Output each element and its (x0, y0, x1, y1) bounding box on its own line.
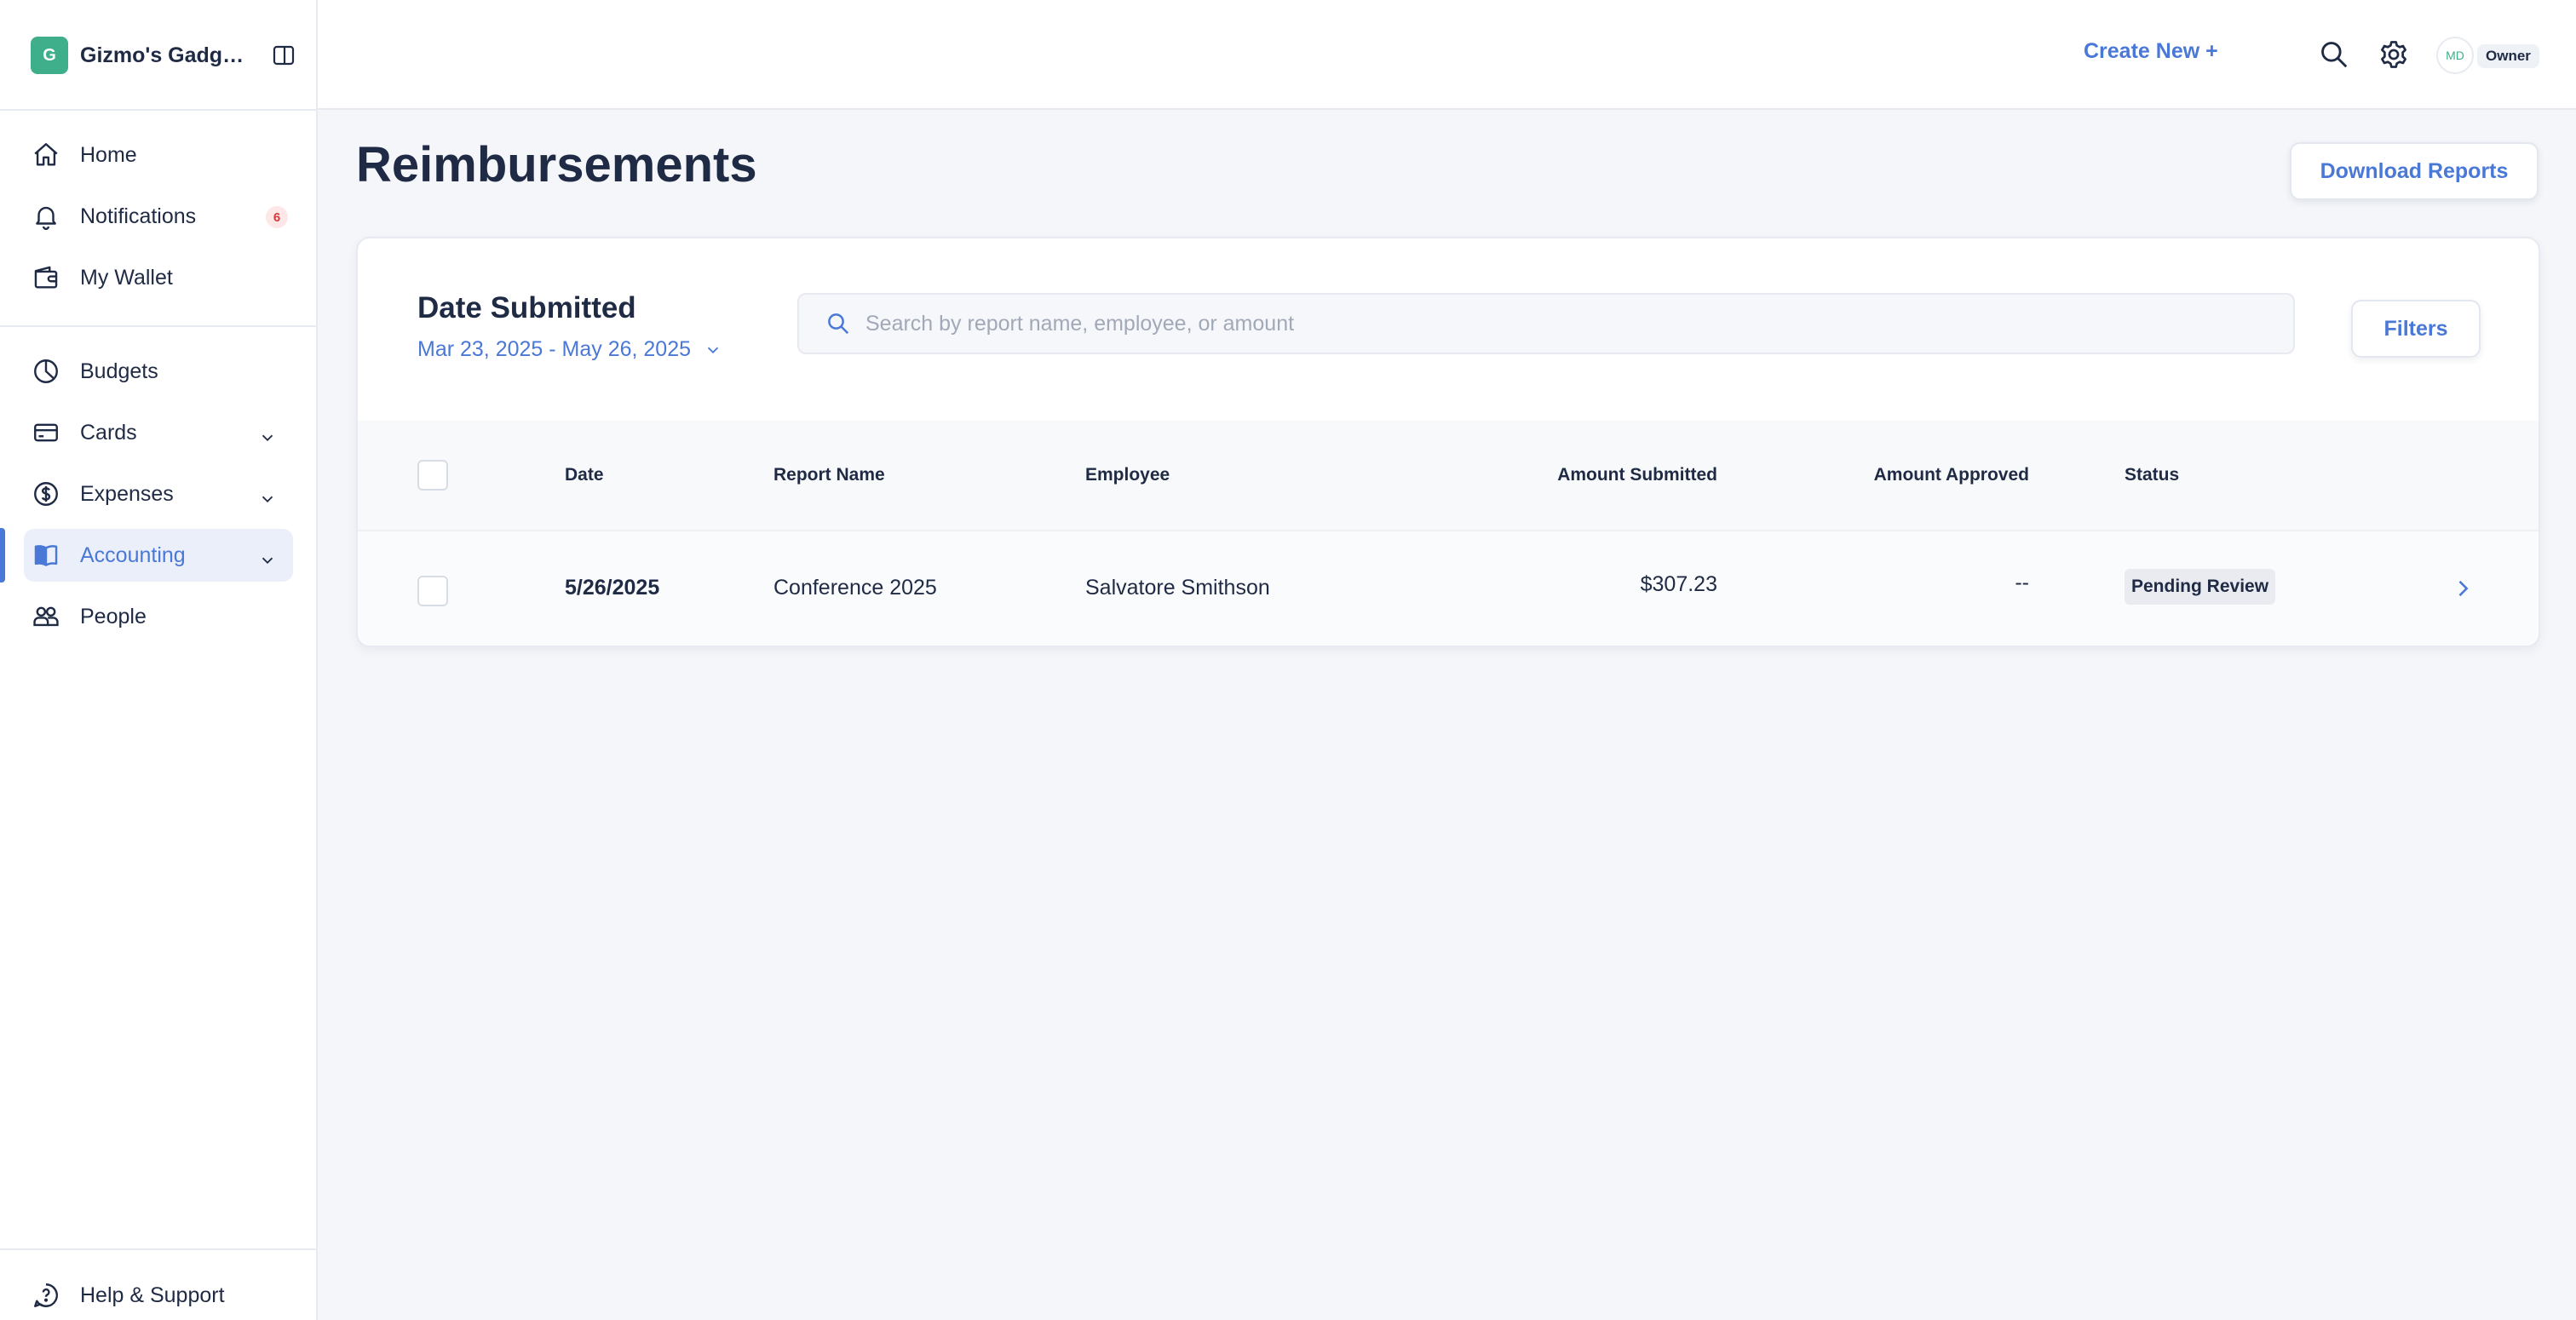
workspace-logo: G (31, 37, 68, 74)
column-header-employee[interactable]: Employee (1085, 465, 1170, 485)
reimbursements-card: Date Submitted Mar 23, 2025 - May 26, 20… (356, 237, 2540, 647)
sidebar-item-label: Home (80, 142, 137, 167)
sidebar-item-accounting[interactable]: Accounting (24, 529, 293, 582)
wallet-icon (31, 262, 61, 293)
bell-icon (31, 201, 61, 232)
column-header-amount-submitted[interactable]: Amount Submitted (1557, 465, 1717, 485)
download-reports-button[interactable]: Download Reports (2290, 142, 2539, 200)
chevron-down-icon[interactable] (252, 484, 283, 514)
search-icon[interactable] (2317, 37, 2351, 72)
select-all-checkbox[interactable] (417, 460, 448, 491)
table-row[interactable]: 5/26/2025 Conference 2025 Salvatore Smit… (358, 531, 2539, 646)
avatar[interactable]: MD (2436, 37, 2474, 74)
sidebar-item-budgets[interactable]: Budgets (24, 345, 293, 398)
search-field[interactable] (797, 293, 2295, 354)
sidebar-item-home[interactable]: Home (24, 129, 293, 181)
column-header-status[interactable]: Status (2125, 465, 2179, 485)
create-new-button[interactable]: Create New + (2084, 39, 2218, 64)
row-employee: Salvatore Smithson (1085, 576, 1270, 600)
table-header: Date Report Name Employee Amount Submitt… (358, 421, 2539, 531)
date-filter-title: Date Submitted (417, 291, 636, 324)
workspace-switcher[interactable]: G Gizmo's Gadgets (31, 36, 295, 75)
credit-card-icon (31, 417, 61, 448)
search-icon (825, 310, 852, 337)
row-amount-approved: -- (2015, 571, 2029, 594)
sidebar-item-label: Notifications (80, 204, 197, 228)
chevron-right-icon[interactable] (2450, 576, 2475, 601)
help-chat-icon (31, 1280, 61, 1311)
filters-button[interactable]: Filters (2351, 300, 2481, 358)
status-badge: Pending Review (2125, 569, 2276, 605)
sidebar-item-my-wallet[interactable]: My Wallet (24, 251, 293, 304)
home-icon (31, 140, 61, 170)
book-icon (31, 540, 61, 571)
chevron-down-icon[interactable] (252, 422, 283, 453)
pie-chart-icon (31, 356, 61, 387)
sidebar-item-label: My Wallet (80, 265, 173, 290)
page-title: Reimbursements (356, 137, 757, 192)
row-report-name: Conference 2025 (773, 576, 937, 600)
sidebar-divider (0, 1248, 316, 1250)
sidebar-item-label: Cards (80, 420, 137, 445)
sidebar-item-label: Expenses (80, 481, 174, 506)
top-bar (318, 0, 2576, 110)
date-range-picker[interactable]: Mar 23, 2025 - May 26, 2025 (417, 337, 723, 362)
sidebar-item-people[interactable]: People (24, 590, 293, 643)
chevron-down-icon (703, 340, 723, 360)
active-indicator (0, 528, 5, 583)
sidebar-divider (0, 325, 316, 327)
help-support-link[interactable]: Help & Support (24, 1269, 293, 1320)
role-badge: Owner (2477, 44, 2539, 68)
sidebar-item-expenses[interactable]: Expenses (24, 468, 293, 520)
notification-count-badge: 6 (266, 206, 288, 228)
sidebar-item-label: People (80, 604, 147, 628)
row-date: 5/26/2025 (565, 576, 660, 600)
column-header-amount-approved[interactable]: Amount Approved (1874, 465, 2029, 485)
column-header-report-name[interactable]: Report Name (773, 465, 885, 485)
help-support-label: Help & Support (80, 1283, 225, 1307)
sidebar: G Gizmo's Gadgets Home Notifications 6 M… (0, 0, 318, 1320)
row-checkbox[interactable] (417, 576, 448, 606)
dollar-circle-icon (31, 479, 61, 509)
chevron-down-icon[interactable] (252, 545, 283, 576)
row-amount-submitted: $307.23 (1640, 572, 1717, 596)
sidebar-item-label: Accounting (80, 542, 186, 567)
sidebar-divider (0, 109, 316, 111)
sidebar-item-label: Budgets (80, 359, 158, 383)
date-range-value: Mar 23, 2025 - May 26, 2025 (417, 337, 692, 361)
gear-icon[interactable] (2377, 37, 2411, 72)
sidebar-item-notifications[interactable]: Notifications 6 (24, 190, 293, 243)
column-header-date[interactable]: Date (565, 465, 604, 485)
sidebar-collapse-icon[interactable] (273, 45, 295, 66)
workspace-name: Gizmo's Gadgets (80, 43, 247, 67)
people-icon (31, 601, 61, 632)
search-input[interactable] (865, 311, 2228, 336)
sidebar-item-cards[interactable]: Cards (24, 406, 293, 459)
